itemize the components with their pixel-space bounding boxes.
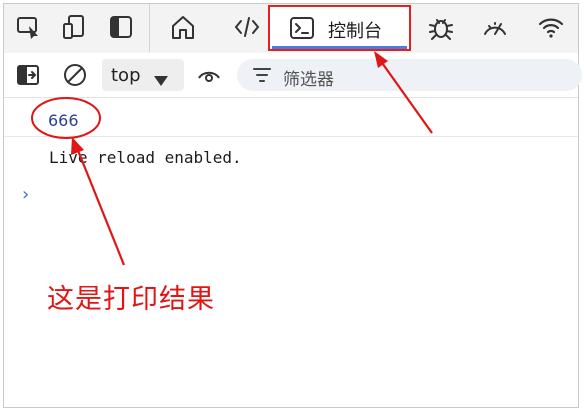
- filter-icon: [253, 67, 271, 87]
- tab-console-label: 控制台: [328, 21, 382, 42]
- home-icon[interactable]: [170, 14, 196, 40]
- tab-bar-divider: [149, 4, 150, 52]
- bug-icon[interactable]: [428, 14, 454, 40]
- device-toolbar-icon[interactable]: [62, 14, 88, 40]
- filter-input[interactable]: 筛选器: [237, 59, 582, 91]
- dock-side-icon[interactable]: [108, 14, 134, 40]
- clear-console-icon[interactable]: [63, 63, 87, 87]
- inspect-element-icon[interactable]: [16, 14, 42, 40]
- annotation-label: 这是打印结果: [47, 284, 215, 315]
- filter-placeholder: 筛选器: [283, 70, 334, 90]
- performance-gauge-icon[interactable]: [482, 14, 508, 40]
- log-value: 666: [48, 111, 79, 130]
- caret-down-icon: [154, 71, 168, 90]
- console-prompt[interactable]: ›: [22, 184, 29, 205]
- live-expression-eye-icon[interactable]: [197, 63, 221, 87]
- network-wifi-icon[interactable]: [538, 14, 564, 40]
- show-sidebar-icon[interactable]: [16, 63, 40, 87]
- active-tab-indicator: [272, 46, 407, 49]
- context-selector-value: top: [111, 65, 141, 86]
- devtools-window: 控制台 top 筛选器 666 Live reload enabled. ›: [3, 3, 582, 408]
- devtools-tab-bar: 控制台: [4, 4, 578, 54]
- tab-console[interactable]: 控制台: [268, 5, 411, 51]
- log-message: Live reload enabled.: [49, 148, 242, 167]
- elements-code-icon[interactable]: [234, 14, 260, 40]
- context-selector[interactable]: top: [102, 59, 184, 91]
- console-log-row: 666: [4, 98, 578, 137]
- console-toolbar: top 筛选器: [4, 53, 582, 98]
- console-terminal-icon: [290, 17, 314, 39]
- console-output: 666 Live reload enabled. ›: [4, 98, 578, 408]
